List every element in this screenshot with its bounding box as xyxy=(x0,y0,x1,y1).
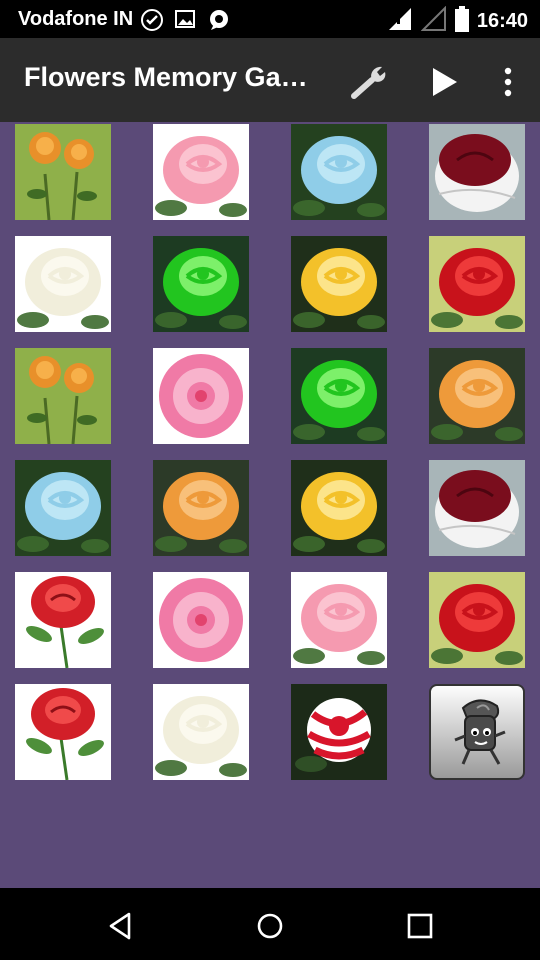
flower-card-green-rose[interactable] xyxy=(153,236,249,332)
back-icon[interactable] xyxy=(100,906,140,946)
carrier-label: Vodafone IN xyxy=(18,8,134,30)
status-bar: Vodafone IN 16:40 xyxy=(0,0,540,38)
wrench-icon[interactable] xyxy=(348,60,392,104)
pink-rose-image xyxy=(291,572,387,668)
image-icon xyxy=(174,8,196,37)
red-rose-image xyxy=(429,236,525,332)
pink-rose-image xyxy=(153,124,249,220)
orange-rose-bunch-image xyxy=(15,124,111,220)
flower-card-pink-rose[interactable] xyxy=(291,572,387,668)
flower-card-camellia-pink[interactable] xyxy=(153,348,249,444)
flower-card-red-white-rose[interactable] xyxy=(429,124,525,220)
app-bar: Flowers Memory Ga… xyxy=(0,38,540,122)
overflow-menu-icon[interactable] xyxy=(486,60,530,104)
face-down-card[interactable] xyxy=(429,684,525,780)
flower-card-red-rose[interactable] xyxy=(429,572,525,668)
flower-card-striped-rose[interactable] xyxy=(291,684,387,780)
red-white-rose-image xyxy=(429,460,525,556)
flower-card-yellow-rose[interactable] xyxy=(291,460,387,556)
flower-card-white-rose[interactable] xyxy=(153,684,249,780)
flower-card-red-rose[interactable] xyxy=(429,236,525,332)
home-icon[interactable] xyxy=(250,906,290,946)
white-rose-image xyxy=(153,684,249,780)
flower-card-blue-rose[interactable] xyxy=(291,124,387,220)
app-title: Flowers Memory Ga… xyxy=(24,62,308,92)
clock-time: 16:40 xyxy=(476,10,528,32)
cartoon-mascot-icon xyxy=(454,699,506,765)
red-rose-stem-image xyxy=(15,684,111,780)
green-rose-image xyxy=(153,236,249,332)
striped-rose-image xyxy=(291,684,387,780)
flower-card-blue-rose[interactable] xyxy=(15,460,111,556)
blue-rose-image xyxy=(291,124,387,220)
red-white-rose-image xyxy=(429,124,525,220)
blue-rose-image xyxy=(15,460,111,556)
flower-card-orange-rose[interactable] xyxy=(429,348,525,444)
check-circle-icon xyxy=(140,8,164,37)
battery-icon xyxy=(454,6,469,37)
flower-card-yellow-rose[interactable] xyxy=(291,236,387,332)
yellow-rose-image xyxy=(291,236,387,332)
red-rose-image xyxy=(429,572,525,668)
signal-icon xyxy=(387,6,413,37)
red-rose-stem-image xyxy=(15,572,111,668)
signal-empty-icon xyxy=(420,5,447,37)
recents-icon[interactable] xyxy=(400,906,440,946)
flower-card-orange-rose-bunch[interactable] xyxy=(15,348,111,444)
white-rose-image xyxy=(15,236,111,332)
yellow-rose-image xyxy=(291,460,387,556)
orange-rose-image xyxy=(153,460,249,556)
flower-card-white-rose[interactable] xyxy=(15,236,111,332)
flower-card-red-rose-stem[interactable] xyxy=(15,572,111,668)
flower-card-red-white-rose[interactable] xyxy=(429,460,525,556)
flower-card-red-rose-stem[interactable] xyxy=(15,684,111,780)
orange-rose-bunch-image xyxy=(15,348,111,444)
navigation-bar xyxy=(0,888,540,960)
play-icon[interactable] xyxy=(422,60,466,104)
flower-card-green-rose[interactable] xyxy=(291,348,387,444)
card-grid xyxy=(15,124,525,784)
camellia-pink-image xyxy=(153,572,249,668)
whatsapp-icon xyxy=(206,8,230,37)
camellia-pink-image xyxy=(153,348,249,444)
flower-card-pink-rose[interactable] xyxy=(153,124,249,220)
orange-rose-image xyxy=(429,348,525,444)
flower-card-orange-rose[interactable] xyxy=(153,460,249,556)
flower-card-camellia-pink[interactable] xyxy=(153,572,249,668)
flower-card-orange-rose-bunch[interactable] xyxy=(15,124,111,220)
green-rose-image xyxy=(291,348,387,444)
